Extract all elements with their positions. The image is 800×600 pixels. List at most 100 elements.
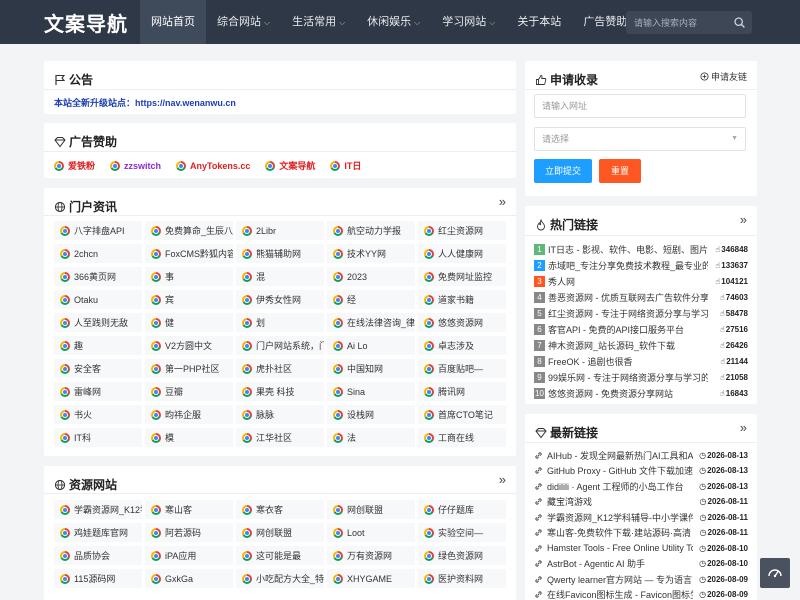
site-link[interactable]: 仔仔题库 (418, 500, 506, 519)
site-link[interactable]: 混 (236, 267, 324, 286)
site-link[interactable]: 工商在线 (418, 428, 506, 447)
hot-link-row[interactable]: 9 99娱乐网 - 专注于网络资源分享与学习的 ☝ 21058 (534, 371, 748, 384)
hot-link-row[interactable]: 10 悠悠资源网 - 免费资源分享网站 ☝ 16843 (534, 387, 748, 400)
site-link[interactable]: 昀祎企服 (145, 405, 233, 424)
site-link[interactable]: GxkGa (145, 569, 233, 588)
site-link[interactable]: 鸡娃题库官网 (54, 523, 142, 542)
submit-button[interactable]: 立即提交 (534, 159, 592, 183)
site-link[interactable]: iPA应用 (145, 546, 233, 565)
nav-item[interactable]: 休闲娱乐 ⌵ (356, 0, 431, 44)
site-link[interactable]: 万有资源网 (327, 546, 415, 565)
ad-link[interactable]: 文案导航 (265, 159, 315, 172)
site-link[interactable]: 江华社区 (236, 428, 324, 447)
site-logo[interactable]: 文案导航 (44, 8, 128, 37)
hot-more-icon[interactable]: » (740, 212, 747, 227)
site-link[interactable]: 实验空间— (418, 523, 506, 542)
site-link[interactable]: V2方圆中文 (145, 336, 233, 355)
category-select[interactable]: 请选择 ▼ (534, 127, 746, 151)
site-link[interactable]: 卓志涉及 (418, 336, 506, 355)
theme-toggle-button[interactable] (760, 558, 790, 588)
site-link[interactable]: 网创联盟 (327, 500, 415, 519)
site-link[interactable]: 伊秀女性网 (236, 290, 324, 309)
site-link[interactable]: 法 (327, 428, 415, 447)
latest-link-row[interactable]: Qwerty learner官方网站 — 专为语言 ◷ 2026-08-09 (534, 572, 748, 586)
url-input[interactable]: 请输入网址 (534, 94, 746, 118)
site-link[interactable]: 雷峰网 (54, 382, 142, 401)
search-input[interactable] (626, 11, 730, 34)
resource-more-icon[interactable]: » (499, 472, 506, 487)
site-link[interactable]: 安全客 (54, 359, 142, 378)
site-link[interactable]: 设栈网 (327, 405, 415, 424)
site-link[interactable]: 2Libr (236, 221, 324, 240)
site-link[interactable]: 腾讯网 (418, 382, 506, 401)
site-link[interactable]: 模 (145, 428, 233, 447)
site-link[interactable]: 趣 (54, 336, 142, 355)
site-link[interactable]: Loot (327, 523, 415, 542)
site-link[interactable]: 在线法律咨询_律師 (327, 313, 415, 332)
site-link[interactable]: 学霸资源网_K12学 (54, 500, 142, 519)
site-link[interactable]: 免费网址监控 (418, 267, 506, 286)
search-icon[interactable] (733, 16, 746, 29)
hot-link-row[interactable]: 4 善恶资源网 - 优质互联网去广告软件分享 ☝ 74603 (534, 291, 748, 304)
hot-link-row[interactable]: 1 IT日志 - 影视、软件、电影、短剧、图片 ☝ 346848 (534, 243, 748, 256)
site-link[interactable]: 道家书籍 (418, 290, 506, 309)
hot-link-row[interactable]: 2 赤域吧_专注分享免费技术教程_最专业的 ☝ 133637 (534, 259, 748, 272)
site-link[interactable]: 悠悠资源网 (418, 313, 506, 332)
site-link[interactable]: 书火 (54, 405, 142, 424)
site-link[interactable]: 115源码网 (54, 569, 142, 588)
hot-link-row[interactable]: 5 红尘资源网 - 专注于网络资源分享与学习的 ☝ 58478 (534, 307, 748, 320)
nav-item[interactable]: 网站首页 (140, 0, 206, 44)
site-link[interactable]: XHYGAME (327, 569, 415, 588)
site-link[interactable]: 中国知网 (327, 359, 415, 378)
site-link[interactable]: 网创联盟 (236, 523, 324, 542)
latest-link-row[interactable]: AstrBot - Agentic AI 助手 ◷ 2026-08-10 (534, 557, 748, 571)
latest-link-row[interactable]: 在线Favicon图标生成 - Favicon图标生 ◷ 2026-08-09 (534, 588, 748, 600)
hot-link-row[interactable]: 7 神木资源网_站长源码_软件下载 ☝ 26426 (534, 339, 748, 352)
site-link[interactable]: 这可能是最 (236, 546, 324, 565)
ad-link[interactable]: zzswitch (110, 159, 161, 172)
site-link[interactable]: 技术YY网 (327, 244, 415, 263)
latest-link-row[interactable]: Hamster Tools - Free Online Utility To ◷ 2… (534, 541, 748, 555)
reset-button[interactable]: 重置 (599, 159, 641, 183)
site-link[interactable]: 门户网站系统，门 (236, 336, 324, 355)
ad-link[interactable]: IT日 (330, 159, 361, 172)
site-link[interactable]: 寒山客 (145, 500, 233, 519)
site-link[interactable]: Otaku (54, 290, 142, 309)
latest-link-row[interactable]: 藏宝湾游戏 ◷ 2026-08-11 (534, 495, 748, 509)
site-link[interactable]: 人至践则无敌 (54, 313, 142, 332)
site-link[interactable]: 2chcn (54, 244, 142, 263)
site-link[interactable]: 航空动力学报 (327, 221, 415, 240)
notice-text[interactable]: 本站全新升级站点：https://nav.wenanwu.cn (54, 96, 236, 109)
site-link[interactable]: Sina (327, 382, 415, 401)
site-link[interactable]: 阿若源码 (145, 523, 233, 542)
portal-more-icon[interactable]: » (499, 194, 506, 209)
ad-link[interactable]: AnyTokens.cc (176, 159, 250, 172)
nav-item[interactable]: 关于本站 (506, 0, 572, 44)
site-link[interactable]: 果壳 科技 (236, 382, 324, 401)
latest-link-row[interactable]: GitHub Proxy - GitHub 文件下载加速 ◷ 2026-08-13 (534, 464, 748, 478)
latest-more-icon[interactable]: » (740, 420, 747, 435)
site-link[interactable]: 熊猫辅助网 (236, 244, 324, 263)
site-link[interactable]: 经 (327, 290, 415, 309)
site-link[interactable]: 八字排盘API (54, 221, 142, 240)
site-link[interactable]: 划 (236, 313, 324, 332)
site-link[interactable]: 2023 (327, 267, 415, 286)
latest-link-row[interactable]: 寒山客-免费软件下载·建站源码·高清 ◷ 2026-08-11 (534, 526, 748, 540)
site-link[interactable]: 第一PHP社区 (145, 359, 233, 378)
site-link[interactable]: 医护资料网 (418, 569, 506, 588)
site-link[interactable]: 品质协会 (54, 546, 142, 565)
latest-link-row[interactable]: didilili · Agent 工程师的小岛工作台 ◷ 2026-08-13 (534, 479, 748, 493)
hot-link-row[interactable]: 6 客官API - 免费的API接口服务平台 ☝ 27516 (534, 323, 748, 336)
site-link[interactable]: 人人健康网 (418, 244, 506, 263)
site-link[interactable]: 虎扑社区 (236, 359, 324, 378)
site-link[interactable]: 事 (145, 267, 233, 286)
site-link[interactable]: 脉脉 (236, 405, 324, 424)
site-link[interactable]: FoxCMS黔狐内容管 (145, 244, 233, 263)
site-link[interactable]: 366黄页网 (54, 267, 142, 286)
site-link[interactable]: 免费算命_生辰八字 (145, 221, 233, 240)
site-link[interactable]: 宾 (145, 290, 233, 309)
ad-link[interactable]: 爱铁粉 (54, 159, 95, 172)
site-link[interactable]: 百度贴吧— (418, 359, 506, 378)
friend-link-button[interactable]: 申请友链 (700, 70, 747, 83)
latest-link-row[interactable]: 学霸资源网_K12学科辅导-中小学课件 ◷ 2026-08-11 (534, 510, 748, 524)
